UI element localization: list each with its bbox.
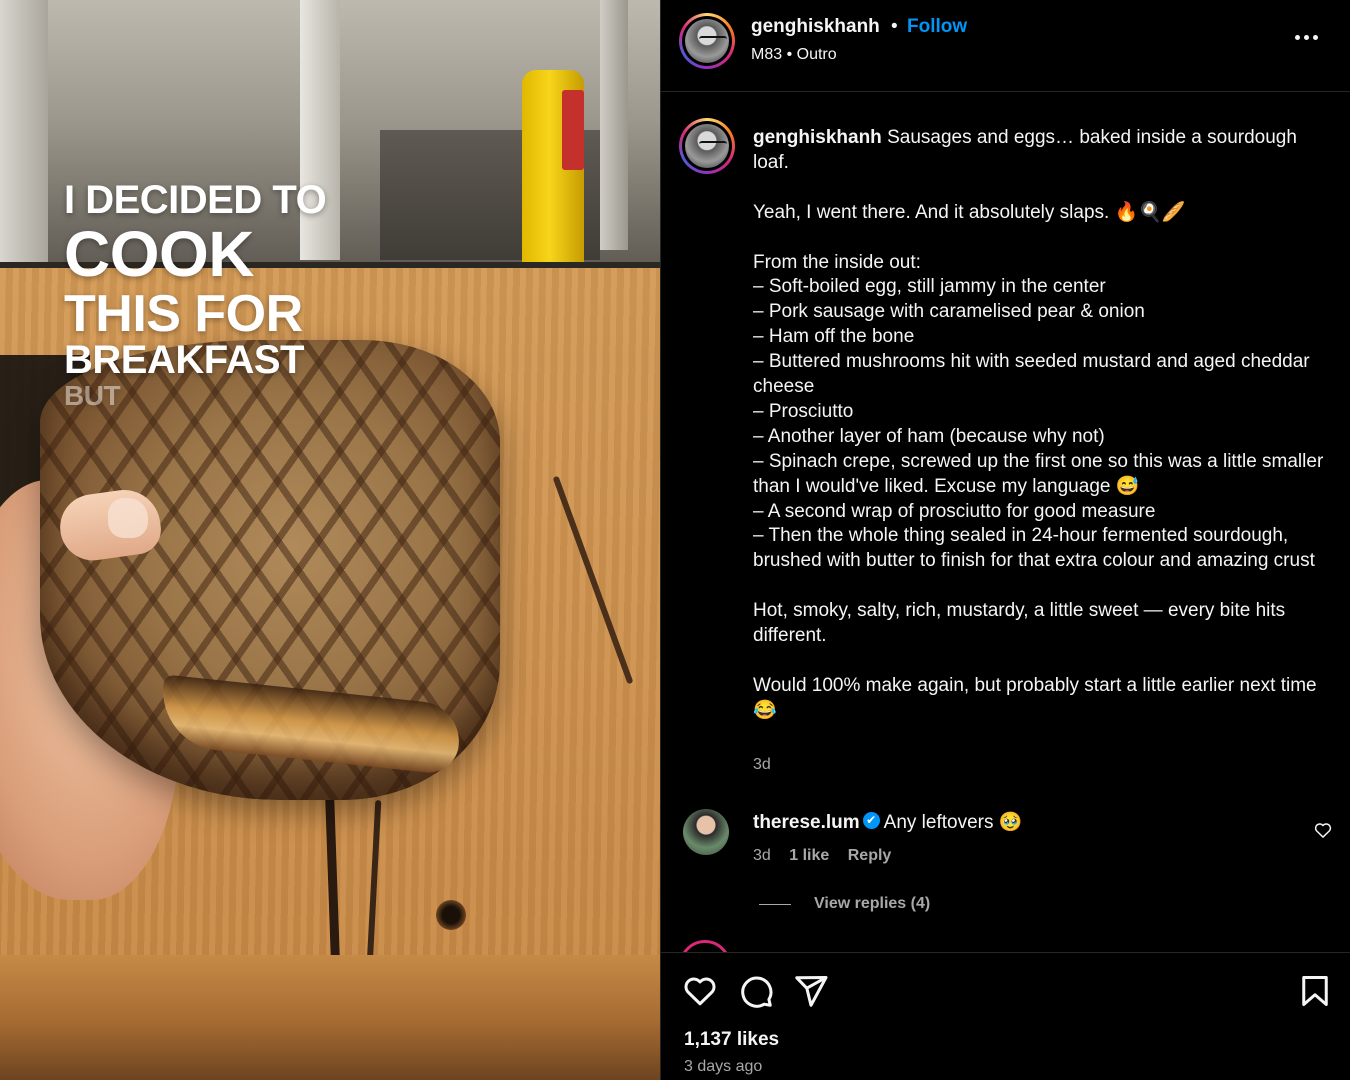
view-replies-line bbox=[759, 904, 791, 905]
video-overlay-text: BUT bbox=[64, 380, 121, 411]
post-caption: genghiskhanh Sausages and eggs… baked in… bbox=[753, 126, 1333, 724]
wood-knot bbox=[436, 900, 466, 930]
caption-line: From the inside out: bbox=[753, 251, 921, 273]
post-date: 3 days ago bbox=[684, 1058, 763, 1075]
comment-like-heart-icon[interactable] bbox=[1313, 820, 1333, 840]
thumbnail-nail bbox=[108, 498, 148, 538]
video-overlay-text: COOK bbox=[64, 218, 255, 290]
caption-line: – A second wrap of prosciutto for good m… bbox=[753, 500, 1156, 522]
video-overlay-text: BREAKFAST bbox=[64, 338, 304, 382]
post-sidebar: genghiskhanh • Follow M83 • Outro genghi… bbox=[660, 0, 1350, 1080]
like-count[interactable]: 1,137 likes bbox=[684, 1029, 779, 1051]
comment-likes-link[interactable]: 1 like bbox=[789, 847, 829, 864]
share-icon[interactable] bbox=[793, 973, 829, 1009]
post-actions: 1,137 likes 3 days ago bbox=[661, 952, 1350, 1080]
author-avatar[interactable] bbox=[679, 13, 735, 69]
more-options-icon[interactable] bbox=[1291, 22, 1321, 52]
commenter-username[interactable]: therese.lum bbox=[753, 812, 860, 833]
caption-paragraph: Would 100% make again, but probably star… bbox=[753, 674, 1317, 721]
reply-button[interactable]: Reply bbox=[848, 847, 892, 864]
follow-button[interactable]: Follow bbox=[907, 16, 967, 38]
audio-track-link[interactable]: M83 • Outro bbox=[751, 46, 837, 64]
video-overlay-text: THIS FOR bbox=[64, 285, 303, 343]
caption-line: – Prosciutto bbox=[753, 400, 854, 422]
caption-line: – Pork sausage with caramelised pear & o… bbox=[753, 301, 1145, 323]
caption-timestamp: 3d bbox=[753, 756, 771, 773]
comment-icon[interactable] bbox=[738, 973, 774, 1009]
heart-icon[interactable] bbox=[682, 973, 718, 1009]
next-comment-avatar[interactable] bbox=[679, 940, 731, 952]
comments-scroll-area[interactable]: genghiskhanh Sausages and eggs… baked in… bbox=[661, 92, 1350, 952]
separator-dot: • bbox=[891, 16, 898, 37]
caption-line: – Ham off the bone bbox=[753, 326, 915, 348]
caption-line: – Buttered mushrooms hit with seeded mus… bbox=[753, 351, 1310, 398]
commenter-avatar[interactable] bbox=[683, 809, 729, 855]
video-overlay-text: I DECIDED TO bbox=[64, 178, 327, 222]
board-front bbox=[0, 955, 660, 1080]
view-replies-button[interactable]: View replies (4) bbox=[814, 895, 930, 913]
caption-line: – Spinach crepe, screwed up the first on… bbox=[753, 450, 1324, 497]
gas-torch-label bbox=[562, 90, 584, 170]
window-frame bbox=[0, 0, 48, 290]
caption-line: – Soft-boiled egg, still jammy in the ce… bbox=[753, 276, 1106, 298]
caption-username[interactable]: genghiskhanh bbox=[753, 127, 882, 148]
comment-timestamp: 3d bbox=[753, 847, 771, 864]
verified-badge-icon: ✔ bbox=[862, 812, 880, 830]
caption-line: – Then the whole thing sealed in 24-hour… bbox=[753, 525, 1315, 572]
post-header: genghiskhanh • Follow M83 • Outro bbox=[661, 0, 1350, 92]
comment-body: Any leftovers 🥹 bbox=[883, 812, 1023, 833]
author-username[interactable]: genghiskhanh bbox=[751, 16, 880, 38]
post-media[interactable]: I DECIDED TO COOK THIS FOR BREAKFAST BUT bbox=[0, 0, 660, 1080]
caption-line: – Another layer of ham (because why not) bbox=[753, 425, 1105, 447]
caption-paragraph: Yeah, I went there. And it absolutely sl… bbox=[753, 201, 1186, 223]
caption-author-avatar[interactable] bbox=[679, 118, 735, 174]
bookmark-icon[interactable] bbox=[1297, 973, 1333, 1009]
comment-text: therese.lum ✔ Any leftovers 🥹 bbox=[753, 810, 1022, 834]
caption-paragraph: Hot, smoky, salty, rich, mustardy, a lit… bbox=[753, 600, 1286, 647]
comment-meta: 3d 1 like Reply bbox=[753, 847, 905, 865]
window-frame bbox=[600, 0, 628, 250]
